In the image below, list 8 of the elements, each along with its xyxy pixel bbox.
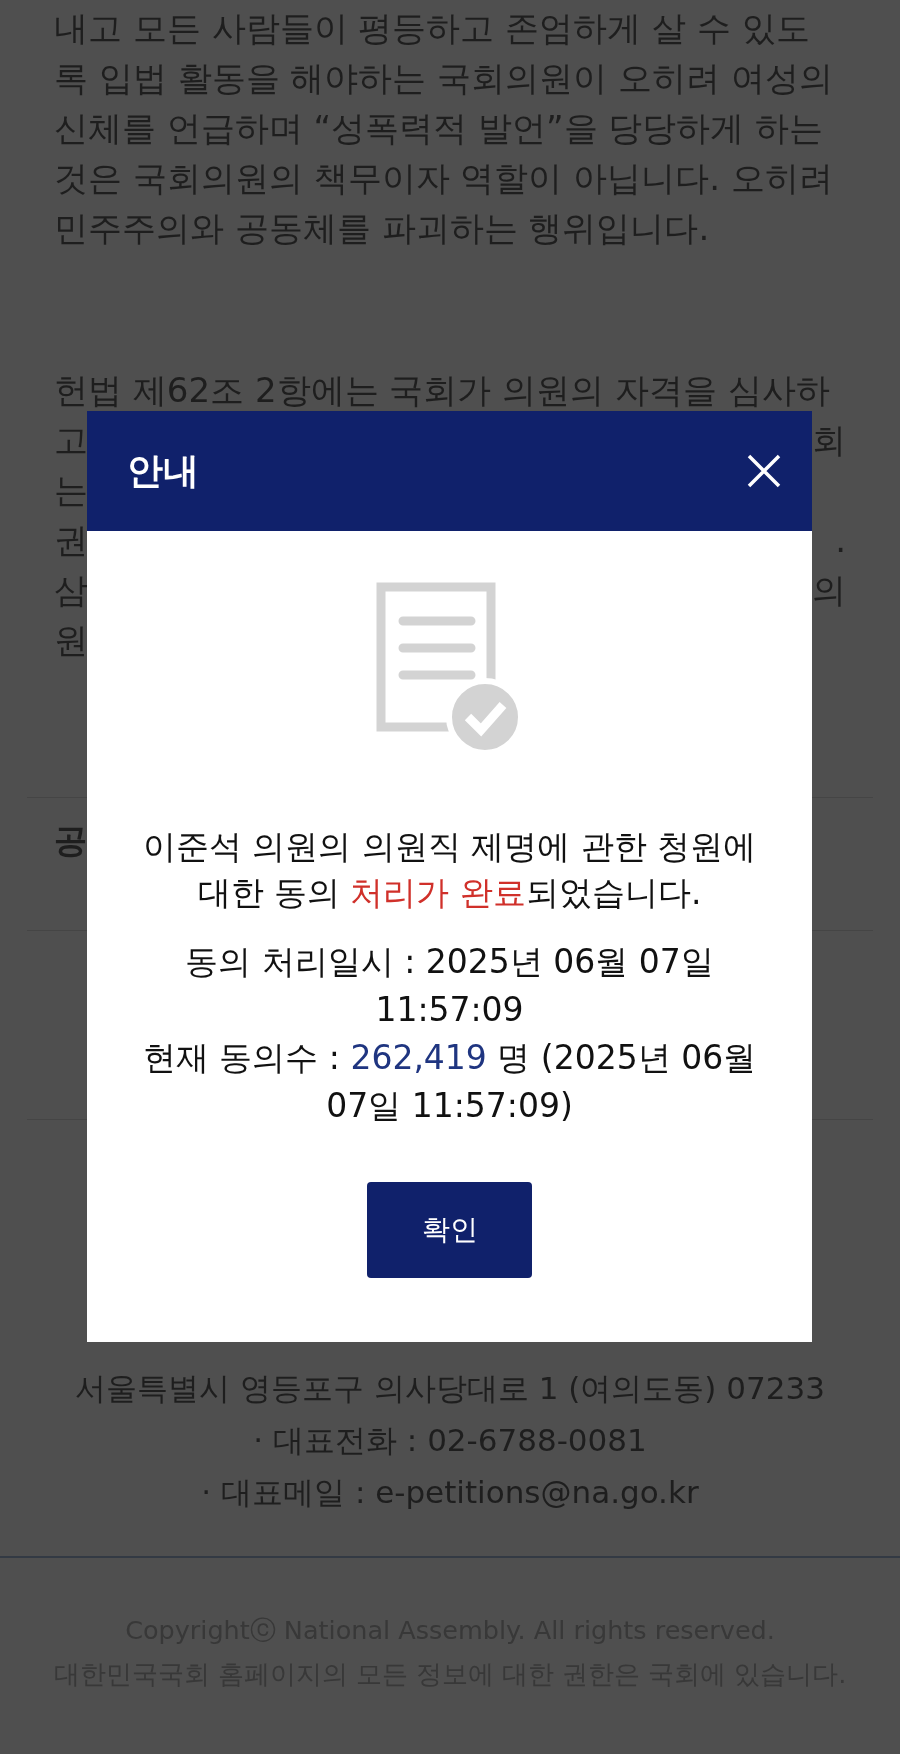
close-button[interactable] (746, 453, 782, 489)
text-fragment: . (835, 519, 846, 562)
dialog-title: 안내 (127, 449, 199, 493)
close-icon (746, 453, 782, 489)
signature-count-text: 현재 동의수 : 262,419 명 (2025년 06월 07일 11:57:09) (142, 1037, 757, 1127)
processed-date-text: 동의 처리일시 : 2025년 06월 07일 11:57:09 (184, 941, 715, 1031)
message-text: 이준석 의원의 의원직 제명에 관한 청원에 대한 동의 처리가 완료되었습니다. (142, 826, 757, 914)
confirm-button[interactable]: 확인 (367, 1182, 532, 1278)
